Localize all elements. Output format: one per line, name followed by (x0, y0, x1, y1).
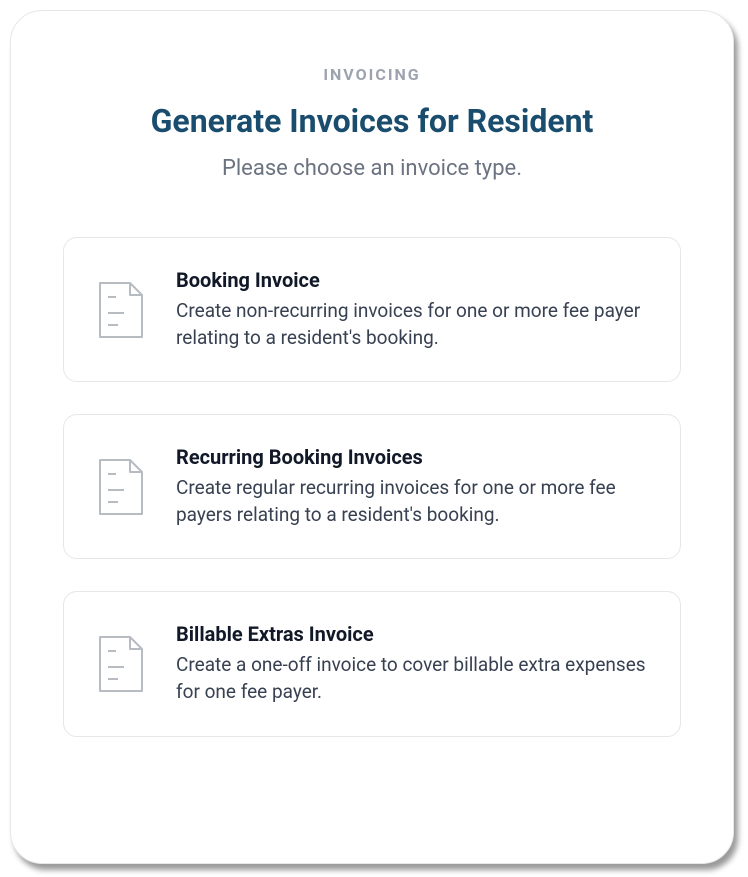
document-icon (96, 279, 146, 341)
option-text: Billable Extras Invoice Create a one-off… (176, 622, 648, 705)
option-description: Create regular recurring invoices for on… (176, 475, 648, 528)
option-description: Create non-recurring invoices for one or… (176, 298, 648, 351)
option-booking-invoice[interactable]: Booking Invoice Create non-recurring inv… (63, 237, 681, 382)
document-icon (96, 633, 146, 695)
invoice-type-card: INVOICING Generate Invoices for Resident… (10, 10, 734, 864)
option-recurring-booking-invoices[interactable]: Recurring Booking Invoices Create regula… (63, 414, 681, 559)
page-title: Generate Invoices for Resident (63, 102, 681, 140)
eyebrow-label: INVOICING (63, 65, 681, 84)
option-billable-extras-invoice[interactable]: Billable Extras Invoice Create a one-off… (63, 591, 681, 736)
document-icon (96, 456, 146, 518)
option-text: Recurring Booking Invoices Create regula… (176, 445, 648, 528)
option-description: Create a one-off invoice to cover billab… (176, 652, 648, 705)
option-title: Billable Extras Invoice (176, 622, 648, 646)
option-title: Recurring Booking Invoices (176, 445, 648, 469)
page-subtitle: Please choose an invoice type. (63, 156, 681, 181)
invoice-options: Booking Invoice Create non-recurring inv… (63, 237, 681, 737)
option-text: Booking Invoice Create non-recurring inv… (176, 268, 648, 351)
option-title: Booking Invoice (176, 268, 648, 292)
